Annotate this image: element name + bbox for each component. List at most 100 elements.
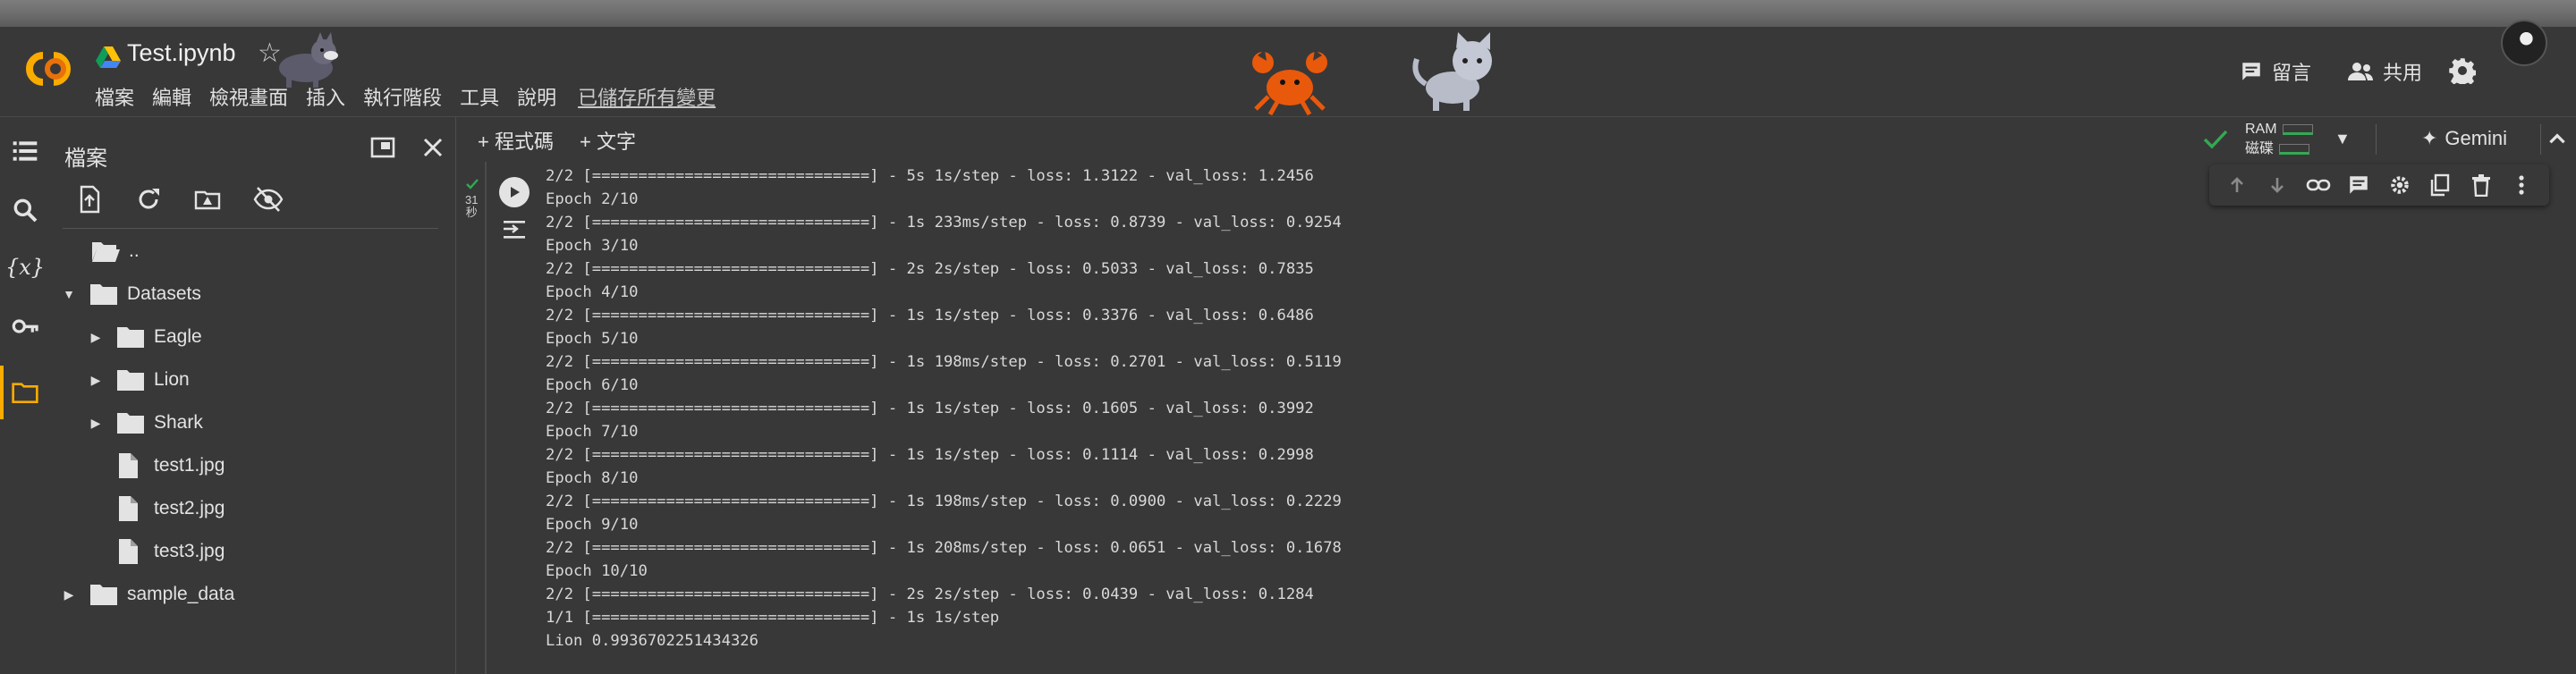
tree-item-eagle[interactable]: ▶ Eagle: [88, 319, 202, 355]
output-line: 2/2 [==============================] - 5…: [546, 167, 1314, 185]
output-line: 2/2 [==============================] - 1…: [546, 539, 1342, 557]
files-panel-title: 檔案: [64, 147, 107, 171]
menu-tools[interactable]: 工具: [460, 82, 499, 111]
output-line: 2/2 [==============================] - 1…: [546, 446, 1314, 464]
tree-item-test1[interactable]: test1.jpg: [116, 448, 225, 484]
file-icon: [116, 539, 145, 564]
hide-icon[interactable]: [252, 183, 284, 215]
notebook-toolbar: + 程式碼 + 文字 RAM 磁碟 ▼ ✦ Gemini: [456, 117, 2576, 162]
execution-time: 31 秒: [465, 193, 479, 219]
cell-border: [485, 162, 487, 674]
tree-item-test3[interactable]: test3.jpg: [116, 534, 225, 569]
tree-item-parent[interactable]: ..: [91, 233, 140, 269]
resource-indicator[interactable]: RAM 磁碟: [2245, 120, 2313, 159]
menu-edit[interactable]: 編輯: [152, 82, 191, 111]
sparkle-icon: ✦: [2420, 127, 2438, 149]
output-line: Epoch 3/10: [546, 237, 639, 255]
menu-file[interactable]: 檔案: [95, 82, 134, 111]
chevron-right-icon[interactable]: ▶: [88, 416, 104, 431]
refresh-icon[interactable]: [132, 183, 165, 215]
toolbar-divider: [2540, 124, 2541, 155]
ram-meter: [2282, 124, 2313, 135]
notebook-title[interactable]: Test.ipynb: [127, 39, 236, 67]
folder-open-icon: [91, 239, 120, 264]
list-icon[interactable]: [11, 137, 39, 165]
gear-icon[interactable]: [2384, 169, 2416, 201]
output-line: Epoch 6/10: [546, 376, 639, 394]
toolbar-divider: [2376, 124, 2377, 155]
output-line: 2/2 [==============================] - 1…: [546, 214, 1342, 232]
menu-runtime[interactable]: 執行階段: [363, 82, 442, 111]
output-line: 2/2 [==============================] - 1…: [546, 307, 1314, 324]
link-icon[interactable]: [2302, 169, 2334, 201]
comment-button[interactable]: 留言: [2240, 57, 2311, 86]
output-line: 2/2 [==============================] - 1…: [546, 493, 1342, 510]
folder-icon[interactable]: [11, 378, 39, 407]
output-line: Epoch 10/10: [546, 562, 648, 580]
add-code-button[interactable]: + 程式碼: [478, 126, 554, 155]
arrow-up-icon[interactable]: [2221, 169, 2253, 201]
chevron-right-icon[interactable]: ▶: [88, 330, 104, 345]
menu-help[interactable]: 說明: [517, 82, 556, 111]
output-line: 2/2 [==============================] - 1…: [546, 353, 1342, 371]
open-in-tab-icon[interactable]: [367, 131, 399, 164]
output-line: 2/2 [==============================] - 2…: [546, 586, 1314, 603]
tree-item-test2[interactable]: test2.jpg: [116, 491, 225, 527]
tree-item-shark[interactable]: ▶ Shark: [88, 405, 203, 441]
output-line: Lion 0.9936702251434326: [546, 632, 758, 650]
arrow-down-icon[interactable]: [2261, 169, 2293, 201]
delete-icon[interactable]: [2465, 169, 2497, 201]
upload-icon[interactable]: [73, 183, 106, 215]
chevron-right-icon[interactable]: ▶: [61, 587, 77, 602]
drive-mount-icon[interactable]: [191, 183, 224, 215]
folder-icon: [116, 410, 145, 435]
tree-item-label: Shark: [154, 412, 203, 433]
play-icon: [511, 187, 520, 198]
chevron-up-icon[interactable]: [2546, 128, 2569, 151]
add-text-button[interactable]: + 文字: [580, 126, 636, 155]
tree-item-label: test2.jpg: [154, 498, 225, 518]
gear-icon[interactable]: [2449, 57, 2476, 84]
output-line: Epoch 7/10: [546, 423, 639, 441]
tree-item-label: Eagle: [154, 326, 202, 347]
tree-item-datasets[interactable]: ▼ Datasets: [61, 276, 201, 312]
share-button[interactable]: 共用: [2347, 57, 2422, 86]
run-cell-button[interactable]: [499, 177, 530, 207]
search-icon[interactable]: [11, 196, 39, 224]
tree-item-label: ..: [129, 240, 140, 261]
share-label: 共用: [2383, 62, 2423, 84]
colab-logo[interactable]: [20, 46, 77, 91]
check-icon: [2203, 130, 2228, 149]
file-icon: [116, 496, 145, 521]
output-line: Epoch 9/10: [546, 516, 639, 534]
disk-meter: [2279, 144, 2310, 155]
left-rail: {x}: [0, 117, 50, 674]
cell-status-gutter: 31 秒: [456, 162, 485, 674]
tree-item-lion[interactable]: ▶ Lion: [88, 362, 190, 398]
tree-item-label: Lion: [154, 369, 190, 390]
more-icon[interactable]: [2505, 169, 2538, 201]
tree-item-sample-data[interactable]: ▶ sample_data: [61, 577, 234, 612]
output-line: Epoch 5/10: [546, 330, 639, 348]
gemini-label: Gemini: [2445, 127, 2508, 149]
folder-icon: [116, 324, 145, 350]
avatar[interactable]: [2501, 20, 2547, 66]
chevron-down-icon[interactable]: ▼: [61, 287, 77, 301]
folder-icon: [116, 367, 145, 392]
comment-icon[interactable]: [2343, 169, 2375, 201]
folder-icon: [89, 282, 118, 307]
drive-icon: [96, 46, 121, 68]
window-top-strip: [0, 0, 2576, 27]
save-status-link[interactable]: 已儲存所有變更: [578, 82, 716, 111]
copy-icon[interactable]: [2424, 169, 2456, 201]
variables-icon[interactable]: {x}: [5, 253, 45, 282]
gemini-button[interactable]: ✦ Gemini: [2392, 121, 2537, 156]
files-panel: 檔案 .. ▼ Datasets ▶ Eagle ▶ Lion ▶ Shark …: [50, 117, 456, 674]
key-icon[interactable]: [11, 312, 39, 341]
output-toggle-icon[interactable]: [499, 215, 530, 245]
disk-label: 磁碟: [2245, 141, 2275, 156]
runtime-dropdown-icon[interactable]: ▼: [2334, 130, 2351, 148]
chevron-right-icon[interactable]: ▶: [88, 373, 104, 388]
close-icon[interactable]: [417, 131, 449, 164]
corgi-mascot: [279, 32, 338, 88]
